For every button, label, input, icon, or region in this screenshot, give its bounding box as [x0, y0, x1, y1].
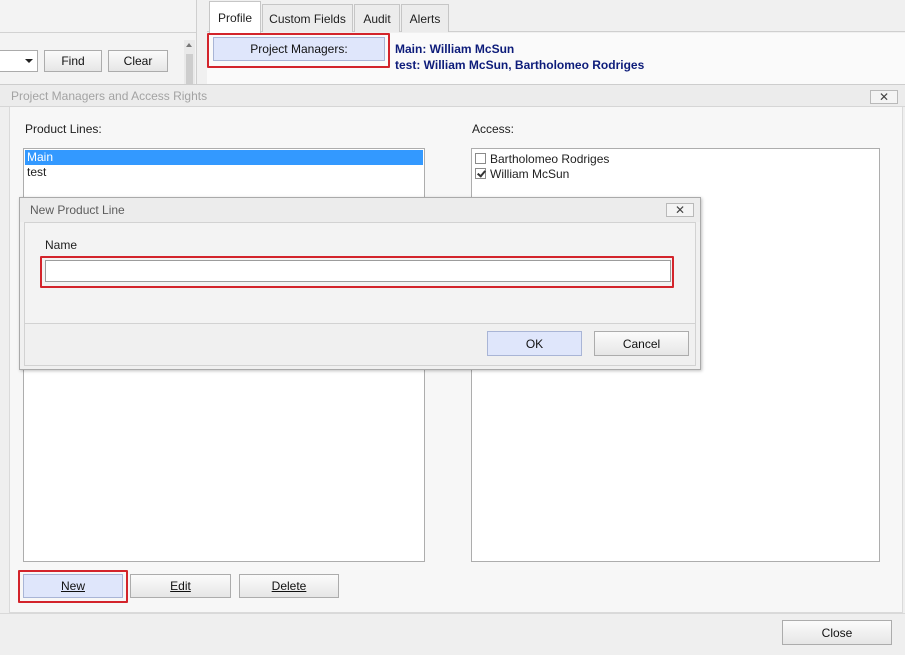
list-item[interactable]: test — [25, 165, 423, 180]
access-item-william[interactable]: William McSun — [472, 166, 879, 181]
access-item-label: Bartholomeo Rodriges — [490, 151, 610, 166]
product-line-managers-test: test: William McSun, Bartholomeo Rodrige… — [395, 58, 645, 72]
dialog-title: Project Managers and Access Rights — [11, 89, 208, 103]
tab-label: Custom Fields — [269, 11, 346, 26]
divider — [0, 32, 196, 33]
tab-label: Audit — [363, 11, 391, 26]
tab-profile[interactable]: Profile — [209, 1, 261, 33]
modal-footer: OK Cancel — [24, 324, 696, 366]
cancel-button-label: Cancel — [622, 336, 661, 351]
find-button[interactable]: Find — [44, 50, 102, 72]
access-checkbox[interactable] — [475, 168, 486, 179]
divider — [0, 613, 905, 614]
clear-button-label: Clear — [123, 54, 153, 68]
filter-dropdown[interactable] — [0, 50, 38, 72]
close-button-label: Close — [821, 625, 853, 640]
access-label: Access: — [472, 122, 515, 136]
chevron-down-icon[interactable] — [25, 59, 33, 63]
scroll-up-icon[interactable] — [186, 43, 192, 47]
tab-label: Profile — [217, 10, 252, 25]
delete-button[interactable]: Delete — [239, 574, 339, 598]
clear-button[interactable]: Clear — [108, 50, 168, 72]
tab-custom-fields[interactable]: Custom Fields — [262, 4, 353, 32]
delete-button-label: Delete — [271, 579, 307, 593]
cancel-button[interactable]: Cancel — [594, 331, 689, 356]
access-item-bartholomeo[interactable]: Bartholomeo Rodriges — [472, 151, 879, 166]
highlight-new-button — [18, 570, 128, 603]
name-label: Name — [45, 238, 78, 252]
scrollbar-thumb[interactable] — [186, 54, 193, 84]
tab-alerts[interactable]: Alerts — [401, 4, 449, 32]
product-line-managers-main: Main: William McSun — [395, 42, 515, 56]
dialog-titlebar: Project Managers and Access Rights ✕ — [0, 85, 905, 107]
tab-label: Alerts — [409, 11, 441, 26]
modal-title: New Product Line — [30, 203, 125, 217]
edit-button[interactable]: Edit — [130, 574, 231, 598]
list-item[interactable]: Main — [25, 150, 423, 165]
modal-titlebar: New Product Line ✕ — [20, 198, 700, 222]
close-icon[interactable]: ✕ — [870, 90, 898, 104]
tab-audit[interactable]: Audit — [354, 4, 400, 32]
highlight-project-managers — [207, 33, 390, 68]
search-panel: Find Clear — [0, 0, 197, 84]
close-button[interactable]: Close — [782, 620, 892, 645]
vertical-scrollbar[interactable] — [184, 40, 195, 84]
ok-button[interactable]: OK — [487, 331, 582, 356]
ok-button-label: OK — [525, 336, 544, 351]
access-item-label: William McSun — [490, 166, 570, 181]
tab-strip: Profile Custom Fields Audit Alerts — [207, 0, 905, 33]
access-checkbox[interactable] — [475, 153, 486, 164]
edit-button-label: Edit — [170, 579, 191, 593]
close-icon[interactable]: ✕ — [666, 203, 694, 217]
highlight-name-field — [40, 256, 674, 288]
product-lines-label: Product Lines: — [25, 122, 102, 136]
find-button-label: Find — [61, 54, 85, 68]
